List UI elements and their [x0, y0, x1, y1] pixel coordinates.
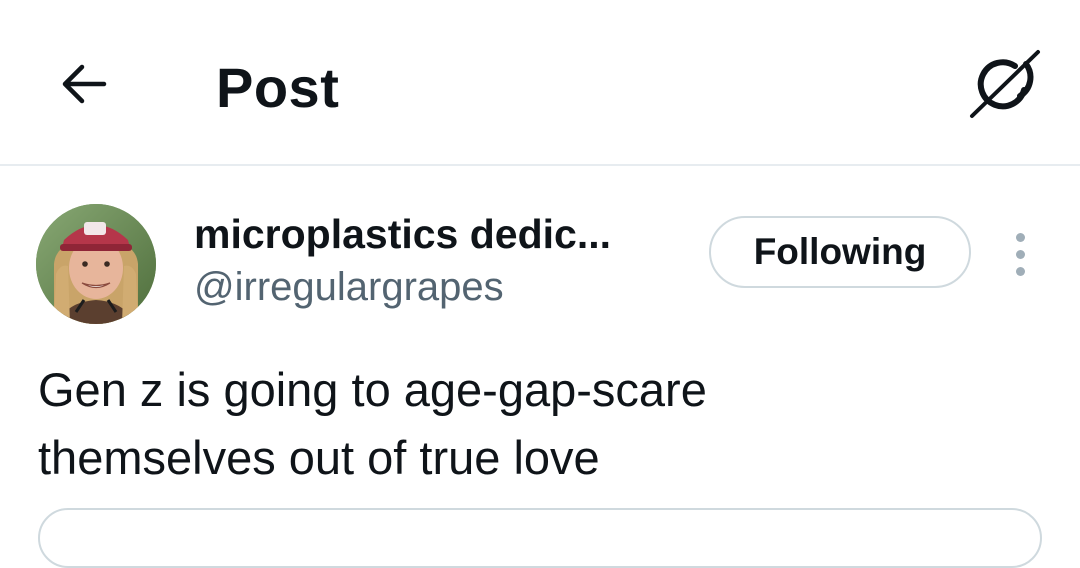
embedded-media-card[interactable] — [38, 508, 1042, 568]
more-vertical-icon-dot — [1015, 266, 1025, 276]
page-title: Post — [216, 56, 340, 119]
post-text: Gen z is going to age-gap-scare themselv… — [38, 363, 707, 484]
top-bar: Post — [0, 0, 1080, 166]
author-handle[interactable]: @irregulargrapes — [194, 262, 504, 312]
author-display-name[interactable]: microplastics dedic... — [194, 208, 664, 260]
more-vertical-icon-dot — [1015, 249, 1025, 259]
more-vertical-icon — [1015, 232, 1025, 242]
back-button[interactable] — [56, 56, 112, 112]
avatar[interactable] — [36, 204, 156, 324]
following-button[interactable]: Following — [709, 216, 971, 288]
grok-slash-circle-icon — [970, 50, 1040, 118]
avatar-photo — [36, 204, 156, 324]
more-options-button[interactable] — [1000, 226, 1040, 282]
arrow-left-icon — [62, 64, 107, 104]
grok-button[interactable] — [968, 46, 1044, 122]
